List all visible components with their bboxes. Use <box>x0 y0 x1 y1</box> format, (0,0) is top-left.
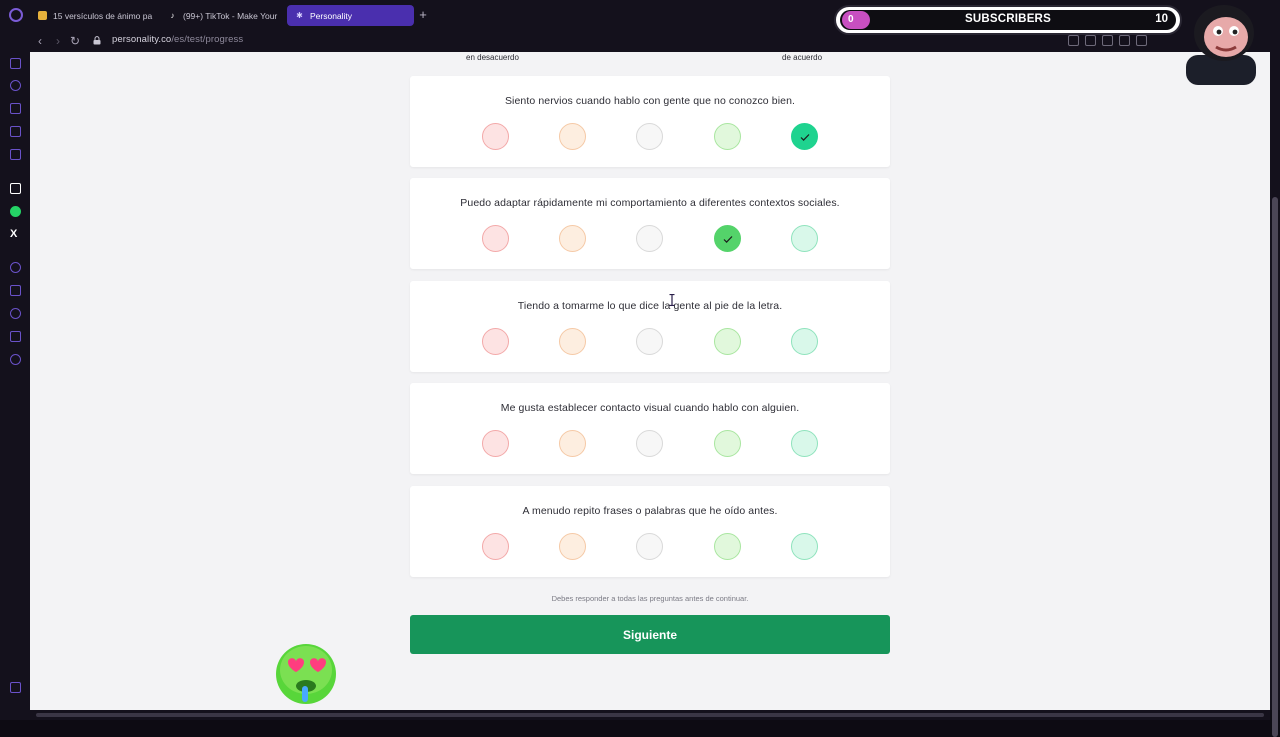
option-neutral[interactable] <box>636 533 663 560</box>
streamer-avatar <box>1186 5 1256 85</box>
sidebar-arc-icon[interactable] <box>10 183 21 194</box>
bookmark-icon <box>38 11 47 20</box>
whatsapp-icon[interactable] <box>10 206 21 217</box>
question-card: Puedo adaptar rápidamente mi comportamie… <box>410 178 890 269</box>
forward-icon[interactable]: › <box>50 33 66 49</box>
option-strongly-disagree[interactable] <box>482 225 509 252</box>
extension-icon[interactable] <box>1119 35 1130 46</box>
option-disagree[interactable] <box>559 533 586 560</box>
sidebar-messenger-icon[interactable] <box>10 149 21 160</box>
text-cursor-icon <box>669 294 675 306</box>
option-strongly-agree[interactable] <box>791 328 818 355</box>
sidebar-bag-icon[interactable] <box>10 103 21 114</box>
validation-notice: Debes responder a todas las preguntas an… <box>551 594 749 603</box>
option-strongly-disagree[interactable] <box>482 533 509 560</box>
option-agree[interactable] <box>714 430 741 457</box>
option-strongly-agree[interactable] <box>791 533 818 560</box>
horizontal-scrollbar[interactable] <box>30 710 1270 720</box>
scale-left-label: en desacuerdo <box>466 53 519 62</box>
option-agree[interactable] <box>714 123 741 150</box>
lock-icon <box>93 36 101 45</box>
scrollbar-thumb[interactable] <box>1272 197 1278 737</box>
browser-sidebar: X <box>0 52 30 720</box>
extension-icon[interactable] <box>1136 35 1147 46</box>
check-icon <box>723 235 732 243</box>
reload-icon[interactable]: ↻ <box>67 33 83 49</box>
extensions-icon[interactable] <box>10 331 21 342</box>
extension-icon[interactable] <box>1068 35 1079 46</box>
question-card: Siento nervios cuando hablo con gente qu… <box>410 76 890 167</box>
spotify-icon[interactable] <box>10 262 21 273</box>
x-icon[interactable]: X <box>10 229 17 240</box>
new-tab-button[interactable]: + <box>416 8 430 22</box>
tab-label: Personality <box>310 10 353 21</box>
option-neutral[interactable] <box>636 225 663 252</box>
vertical-scrollbar[interactable] <box>1270 52 1280 737</box>
pin-icon[interactable] <box>10 285 21 296</box>
question-text: A menudo repito frases o palabras que he… <box>522 505 778 517</box>
option-agree[interactable] <box>714 328 741 355</box>
option-neutral[interactable] <box>636 123 663 150</box>
extension-icon[interactable] <box>1102 35 1113 46</box>
extension-icons <box>1068 35 1147 46</box>
scale-right-label: de acuerdo <box>782 53 823 62</box>
url-host: personality.co <box>112 34 172 45</box>
question-card: Me gusta establecer contacto visual cuan… <box>410 383 890 474</box>
opera-logo-icon[interactable] <box>9 8 23 22</box>
option-disagree[interactable] <box>559 430 586 457</box>
question-text: Siento nervios cuando hablo con gente qu… <box>504 95 796 107</box>
tab-label: 15 versículos de ánimo pa <box>53 10 153 21</box>
option-disagree[interactable] <box>559 328 586 355</box>
subscriber-goal-bar: 0 SUBSCRIBERS 10 <box>840 10 1176 30</box>
option-strongly-disagree[interactable] <box>482 123 509 150</box>
option-neutral[interactable] <box>636 430 663 457</box>
tab-tiktok[interactable]: ♪ (99+) TikTok - Make Your <box>160 5 282 26</box>
question-text: Tiendo a tomarme lo que dice la gente al… <box>517 300 783 312</box>
question-card: Tiendo a tomarme lo que dice la gente al… <box>410 281 890 372</box>
option-disagree[interactable] <box>559 123 586 150</box>
next-button[interactable]: Siguiente <box>410 615 890 654</box>
option-disagree[interactable] <box>559 225 586 252</box>
subscriber-goal: 10 <box>1155 13 1168 25</box>
question-text: Me gusta establecer contacto visual cuan… <box>500 402 800 414</box>
option-strongly-agree[interactable] <box>791 225 818 252</box>
question-card: A menudo repito frases o palabras que he… <box>410 486 890 577</box>
settings-icon[interactable] <box>10 354 21 365</box>
option-agree[interactable] <box>714 225 741 252</box>
subscriber-goal-widget: 0 SUBSCRIBERS 10 <box>834 5 1182 35</box>
sidebar-paint-icon[interactable] <box>10 126 21 137</box>
url-field[interactable]: personality.co/es/test/progress <box>112 34 243 45</box>
option-strongly-disagree[interactable] <box>482 328 509 355</box>
tab-label: (99+) TikTok - Make Your <box>183 10 278 21</box>
scrollbar-thumb[interactable] <box>36 713 1264 717</box>
page-content: en desacuerdo de acuerdo Siento nervios … <box>30 52 1270 710</box>
emote-sticker <box>276 644 336 704</box>
option-strongly-agree[interactable] <box>791 123 818 150</box>
option-strongly-disagree[interactable] <box>482 430 509 457</box>
gear-icon: ✱ <box>296 11 303 20</box>
scale-labels: en desacuerdo de acuerdo <box>410 52 890 66</box>
option-neutral[interactable] <box>636 328 663 355</box>
tab-personality[interactable]: ✱ Personality <box>287 5 414 26</box>
tiktok-icon: ♪ <box>170 11 175 20</box>
question-text: Puedo adaptar rápidamente mi comportamie… <box>460 197 840 209</box>
option-strongly-agree[interactable] <box>791 430 818 457</box>
back-icon[interactable]: ‹ <box>32 33 48 49</box>
sidebar-workspace-icon[interactable] <box>10 58 21 69</box>
subscriber-label: SUBSCRIBERS <box>965 13 1051 25</box>
url-path: /es/test/progress <box>171 34 244 45</box>
check-icon <box>800 133 809 141</box>
extension-icon[interactable] <box>1085 35 1096 46</box>
sidebar-more-icon[interactable] <box>10 682 21 693</box>
option-agree[interactable] <box>714 533 741 560</box>
history-icon[interactable] <box>10 308 21 319</box>
tab-versiculos[interactable]: 15 versículos de ánimo pa <box>30 5 154 26</box>
sidebar-aria-icon[interactable] <box>10 80 21 91</box>
